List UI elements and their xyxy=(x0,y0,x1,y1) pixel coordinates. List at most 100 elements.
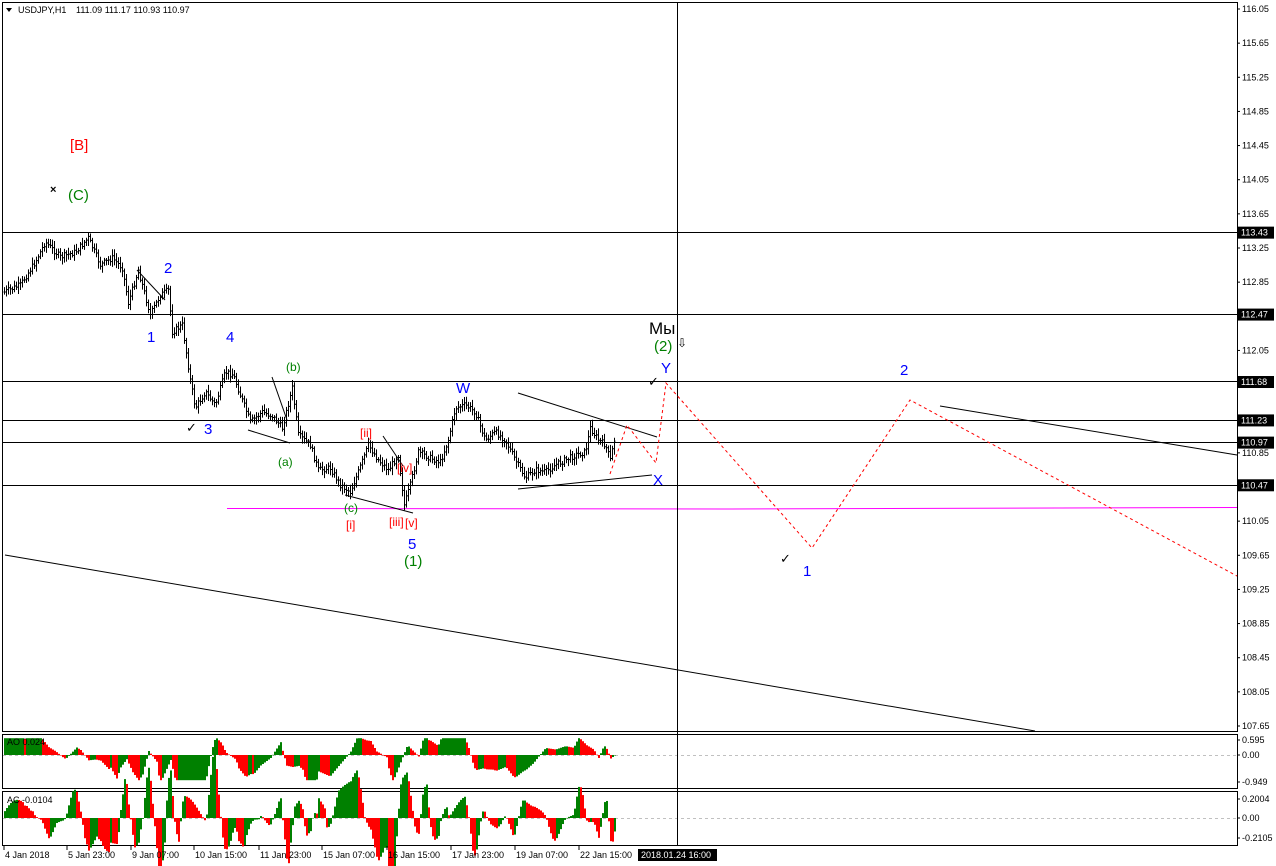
price-tick-label: 109.25 xyxy=(1242,584,1270,594)
osc-bar xyxy=(432,742,434,755)
osc-bar xyxy=(98,755,100,761)
osc-bar xyxy=(566,746,568,755)
osc-bar xyxy=(338,790,340,818)
chart-menu-icon[interactable] xyxy=(6,8,12,12)
osc-bar xyxy=(596,754,598,756)
osc-bar xyxy=(436,818,438,839)
chart-canvas[interactable]: × ✓ ✓ ✓ ⇩ [B] (C) 1 2 3 4 5 W X Y 1 2 (a… xyxy=(0,0,1276,866)
right-trend-line[interactable] xyxy=(939,405,1238,456)
osc-bar xyxy=(452,811,454,818)
long-trend-line[interactable] xyxy=(4,554,1036,732)
osc-bar xyxy=(518,816,520,818)
osc-bar xyxy=(106,818,108,851)
triangle-upper-line[interactable] xyxy=(517,392,658,438)
wave-label-i: [i] xyxy=(346,518,355,532)
price-tick-label: 112.05 xyxy=(1242,345,1269,355)
osc-bar xyxy=(408,746,410,755)
osc-bar xyxy=(610,818,612,842)
osc-bar xyxy=(372,744,374,755)
osc-bar xyxy=(120,809,122,818)
osc-bar xyxy=(126,783,128,818)
osc-bar xyxy=(162,755,164,778)
time-tick-label: 9 Jan 07:00 xyxy=(132,850,179,860)
wave-label-v: [v] xyxy=(405,516,418,530)
channel-line-a[interactable] xyxy=(247,429,291,444)
osc-bar xyxy=(364,739,366,755)
osc-bar xyxy=(258,818,260,820)
osc-bar xyxy=(352,747,354,755)
osc-bar xyxy=(72,791,74,818)
osc-bar xyxy=(96,818,98,837)
osc-bar xyxy=(438,818,440,836)
osc-bar xyxy=(228,754,230,756)
osc-bar xyxy=(200,755,202,781)
price-bars xyxy=(3,232,616,511)
price-box-label: 113.43 xyxy=(1241,228,1268,238)
osc-bar xyxy=(248,818,250,830)
osc-bar xyxy=(354,742,356,755)
osc-bar xyxy=(344,784,346,818)
osc-bar xyxy=(510,818,512,830)
osc-bar xyxy=(506,755,508,769)
osc-bar xyxy=(608,818,610,822)
time-tick-label: 10 Jan 15:00 xyxy=(195,850,247,860)
osc-bar xyxy=(386,818,388,848)
osc-bar xyxy=(606,748,608,755)
osc-bar xyxy=(140,755,142,778)
osc-bar xyxy=(574,808,576,818)
osc-bar xyxy=(428,740,430,755)
osc-bar xyxy=(462,738,464,755)
osc-bar xyxy=(198,810,200,818)
osc-bar xyxy=(576,741,578,755)
osc-bar xyxy=(216,738,218,755)
osc-bar xyxy=(276,807,278,818)
wave-labels: [B] (C) 1 2 3 4 5 W X Y 1 2 (a) (b) (c) … xyxy=(68,137,908,580)
osc-bar xyxy=(502,818,504,821)
magenta-target-line[interactable] xyxy=(226,507,1238,510)
osc-bar xyxy=(116,755,118,779)
osc-bar xyxy=(544,814,546,818)
osc-bar xyxy=(552,749,554,755)
osc-bar xyxy=(82,818,84,825)
ac-label: AC -0.0104 xyxy=(7,795,53,805)
osc-bar xyxy=(146,777,148,818)
osc-bar xyxy=(188,797,190,818)
osc-bar xyxy=(346,755,348,757)
osc-bar xyxy=(422,740,424,755)
osc-bar xyxy=(426,784,428,818)
osc-bar xyxy=(398,808,400,818)
osc-bar xyxy=(126,755,128,760)
wave-label-Y: Y xyxy=(661,360,671,377)
osc-bar xyxy=(468,817,470,818)
osc-bar xyxy=(304,755,306,777)
osc-tick-label: -0.949 xyxy=(1242,777,1268,787)
osc-bar xyxy=(380,818,382,857)
osc-bar xyxy=(146,755,148,759)
osc-bar xyxy=(548,818,550,827)
osc-bar xyxy=(150,780,152,818)
osc-bar xyxy=(110,755,112,768)
osc-bar xyxy=(36,817,38,818)
price-tick-label: 109.65 xyxy=(1242,550,1270,560)
osc-bar xyxy=(268,818,270,826)
osc-bar xyxy=(254,818,256,820)
osc-bar xyxy=(372,818,374,839)
osc-bar xyxy=(240,755,242,771)
osc-bar xyxy=(224,749,226,755)
osc-bar xyxy=(210,755,212,756)
osc-bar xyxy=(336,797,338,818)
osc-bar xyxy=(328,755,330,776)
osc-bar xyxy=(350,751,352,755)
osc-bar xyxy=(96,755,98,760)
price-tick-label: 110.85 xyxy=(1242,448,1269,458)
osc-bar xyxy=(378,818,380,861)
price-tick-label: 114.85 xyxy=(1242,106,1269,116)
osc-bar xyxy=(464,738,466,755)
channel-line-b[interactable] xyxy=(271,376,288,421)
osc-bar xyxy=(252,755,254,775)
osc-bar xyxy=(554,818,556,841)
osc-bar xyxy=(234,818,236,828)
osc-bar xyxy=(62,755,64,758)
osc-bar xyxy=(392,755,394,781)
osc-bar xyxy=(94,818,96,841)
